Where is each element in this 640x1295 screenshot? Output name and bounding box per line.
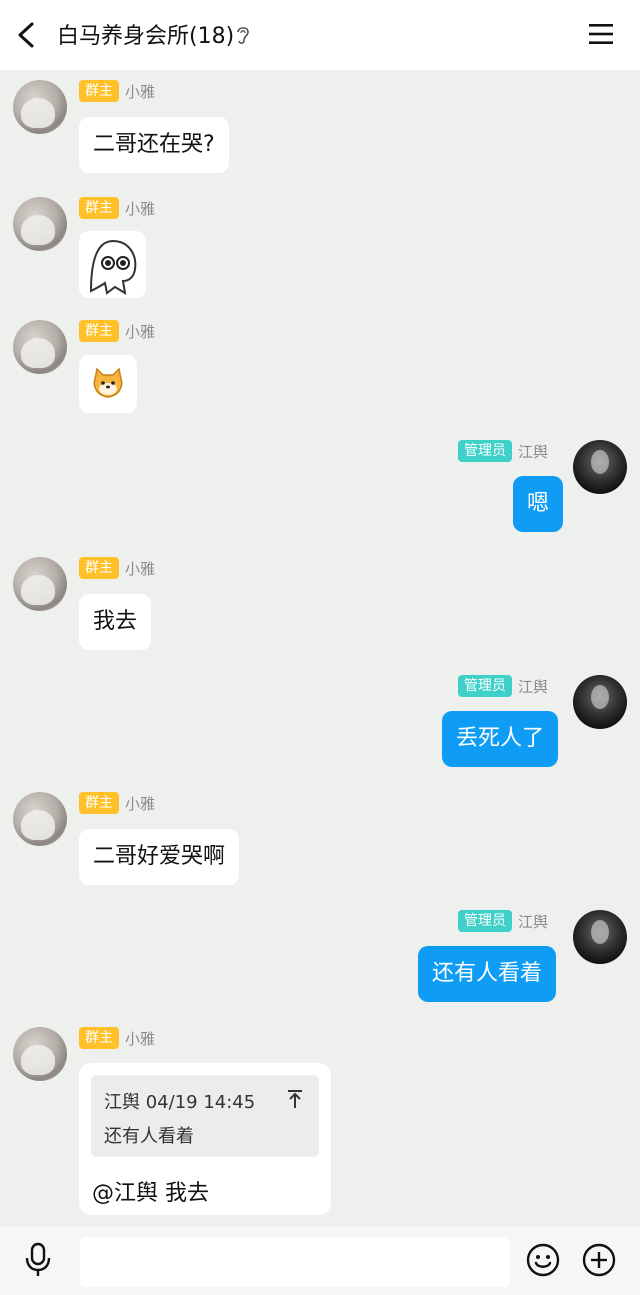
- reply-text: @江舆 我去: [92, 1181, 209, 1206]
- ghost-sticker[interactable]: [79, 231, 146, 298]
- owner-badge: 群主: [79, 557, 119, 579]
- sender-name: 小雅: [125, 1029, 156, 1048]
- message-bubble[interactable]: 二哥还在哭?: [79, 117, 229, 173]
- avatar[interactable]: [13, 557, 67, 611]
- sender-meta: 群主 小雅: [79, 792, 155, 814]
- avatar[interactable]: [573, 910, 627, 964]
- sender-meta: 群主 小雅: [79, 80, 155, 102]
- doge-sticker-icon: [93, 367, 123, 398]
- sender-name: 小雅: [125, 559, 156, 578]
- menu-icon[interactable]: [588, 22, 614, 46]
- sender-meta: 管理员 江舆: [458, 440, 548, 462]
- quoted-message[interactable]: 江舆 04/19 14:45 还有人看着: [91, 1075, 319, 1157]
- admin-badge: 管理员: [458, 440, 512, 462]
- avatar[interactable]: [13, 320, 67, 374]
- avatar[interactable]: [13, 80, 67, 134]
- admin-badge: 管理员: [458, 675, 512, 697]
- message-list[interactable]: 群主 小雅 二哥还在哭? 群主 小雅 群主 小雅 管理员 江舆 嗯 群主 小雅 …: [0, 70, 640, 1227]
- owner-badge: 群主: [79, 1027, 119, 1049]
- sender-name: 江舆: [518, 442, 549, 461]
- sender-name: 江舆: [518, 912, 549, 931]
- plus-icon[interactable]: [582, 1243, 616, 1277]
- sender-name: 江舆: [518, 677, 549, 696]
- message-input[interactable]: [80, 1237, 510, 1287]
- avatar[interactable]: [573, 440, 627, 494]
- quote-header: 江舆 04/19 14:45: [104, 1092, 256, 1113]
- owner-badge: 群主: [79, 80, 119, 102]
- back-arrow-icon[interactable]: [14, 20, 42, 50]
- ear-icon[interactable]: [234, 24, 252, 46]
- sender-name: 小雅: [125, 794, 156, 813]
- ghost-sticker-icon: [89, 239, 137, 295]
- owner-badge: 群主: [79, 197, 119, 219]
- sender-name: 小雅: [125, 322, 156, 341]
- message-bubble[interactable]: 我去: [79, 594, 152, 650]
- sender-name: 小雅: [125, 199, 156, 218]
- sender-name: 小雅: [125, 82, 156, 101]
- chat-title: 白马养身会所(18): [57, 24, 235, 49]
- sender-meta: 管理员 江舆: [458, 910, 548, 932]
- owner-badge: 群主: [79, 792, 119, 814]
- reply-bubble[interactable]: 江舆 04/19 14:45 还有人看着 @江舆 我去: [79, 1063, 331, 1215]
- avatar[interactable]: [13, 1027, 67, 1081]
- sender-meta: 管理员 江舆: [458, 675, 548, 697]
- avatar[interactable]: [13, 792, 67, 846]
- input-bar: [0, 1227, 640, 1295]
- message-bubble[interactable]: 还有人看着: [418, 946, 557, 1002]
- voice-icon[interactable]: [24, 1242, 52, 1278]
- quote-body: 还有人看着: [104, 1126, 194, 1147]
- emoji-icon[interactable]: [526, 1243, 560, 1277]
- avatar[interactable]: [13, 197, 67, 251]
- message-bubble[interactable]: 二哥好爱哭啊: [79, 829, 240, 885]
- owner-badge: 群主: [79, 320, 119, 342]
- sender-meta: 群主 小雅: [79, 197, 155, 219]
- admin-badge: 管理员: [458, 910, 512, 932]
- avatar[interactable]: [573, 675, 627, 729]
- top-bar: 白马养身会所(18): [0, 0, 640, 70]
- sender-meta: 群主 小雅: [79, 557, 155, 579]
- sender-meta: 群主 小雅: [79, 1027, 155, 1049]
- pin-top-icon: [288, 1090, 302, 1108]
- message-bubble[interactable]: 嗯: [513, 476, 564, 532]
- sender-meta: 群主 小雅: [79, 320, 155, 342]
- doge-sticker[interactable]: [79, 355, 137, 413]
- message-bubble[interactable]: 丢死人了: [442, 711, 559, 767]
